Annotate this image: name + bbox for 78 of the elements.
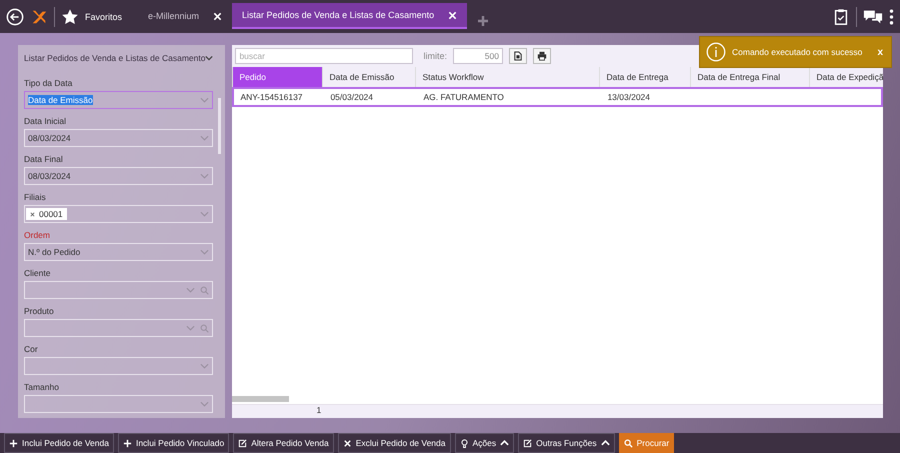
page-number: 1 <box>316 405 322 415</box>
close-icon <box>448 10 458 20</box>
column-header[interactable]: Data de Emissão <box>322 67 416 87</box>
dropdown[interactable]: Data de Emissão <box>24 91 214 109</box>
chat-icon[interactable] <box>863 8 883 26</box>
field-label: Cliente <box>24 268 52 278</box>
tab[interactable]: e-Millennium <box>138 3 232 29</box>
limit-field[interactable]: 500 <box>452 48 503 64</box>
favorites-link[interactable]: Favoritos <box>85 12 122 22</box>
scrollbar[interactable] <box>232 396 290 402</box>
chevron-down-icon <box>200 401 210 407</box>
field-label: Produto <box>24 306 55 316</box>
chevron-down-icon <box>200 173 210 179</box>
chevron-down-icon[interactable] <box>205 55 214 61</box>
chevron-down-icon <box>200 211 210 217</box>
document-icon <box>514 51 522 61</box>
dropdown[interactable]: 08/03/2024 <box>24 167 214 185</box>
logo-icon[interactable] <box>30 8 48 26</box>
field-label: Cor <box>24 344 39 354</box>
table-cell-text: ANY-154516137 <box>239 91 304 104</box>
field-label: Tamanho <box>24 382 60 392</box>
search-field[interactable]: buscar <box>235 48 414 64</box>
caret-up-icon <box>500 440 510 446</box>
dropdown[interactable]: N.º do Pedido <box>24 243 214 261</box>
action-button[interactable]: Outras Funções <box>518 433 615 453</box>
star-icon[interactable] <box>61 8 79 26</box>
action-button[interactable]: Ações <box>454 433 514 453</box>
action-button[interactable]: Exclui Pedido de Venda <box>338 433 450 453</box>
close-icon <box>213 12 222 20</box>
clipboard-icon[interactable] <box>832 8 850 26</box>
printer-icon <box>536 51 547 61</box>
table-row[interactable]: ANY-154516137 05/03/2024 AG. FATURAMENTO 13/03/2024 <box>232 87 884 107</box>
chevron-down-icon <box>200 363 210 369</box>
lightbulb-icon <box>460 438 468 448</box>
more-icon[interactable] <box>889 8 894 26</box>
chevron-down-icon <box>186 325 196 331</box>
back-icon[interactable] <box>6 8 24 26</box>
column-header[interactable]: Data de Entrega <box>599 67 690 87</box>
table-cell-text: 13/03/2024 <box>606 91 651 104</box>
tag-field[interactable]: 00001 <box>24 205 214 223</box>
plus-icon <box>122 438 132 448</box>
table-cell-text: AG. FATURAMENTO <box>422 91 505 104</box>
chevron-down-icon <box>186 287 196 293</box>
limit-label: limite: <box>423 51 447 61</box>
column-header[interactable]: Status Workflow <box>415 67 600 87</box>
column-header[interactable]: Pedido <box>232 67 322 87</box>
chevron-down-icon <box>200 135 210 141</box>
info-icon <box>706 42 726 62</box>
field-label: Tipo da Data <box>24 78 74 88</box>
remove-icon <box>30 212 35 216</box>
close-icon <box>342 438 352 448</box>
search-icon <box>200 324 210 332</box>
field-label: Data Inicial <box>24 116 68 126</box>
field-label: Data Final <box>24 154 64 164</box>
dropdown[interactable]: 08/03/2024 <box>24 129 214 147</box>
field-label: Ordem <box>24 230 51 240</box>
table-cell-text: 05/03/2024 <box>329 91 374 104</box>
plus-icon <box>9 438 18 448</box>
filter-tag[interactable]: 00001 <box>26 208 67 220</box>
action-button[interactable]: Inclui Pedido de Venda <box>4 433 114 453</box>
edit-icon <box>238 438 248 448</box>
action-button[interactable]: Inclui Pedido Vinculado <box>118 433 230 453</box>
lookup-field[interactable] <box>24 319 214 337</box>
chevron-down-icon <box>200 97 210 103</box>
field-label: Filiais <box>24 192 47 202</box>
export-button[interactable] <box>508 48 527 64</box>
tab[interactable]: Listar Pedidos de Venda e Listas de Casamento <box>232 3 468 29</box>
caret-up-icon <box>600 440 610 446</box>
search-icon <box>200 286 210 294</box>
action-button[interactable]: Altera Pedido Venda <box>233 433 334 453</box>
toast-message: Comando executado com sucesso <box>732 47 862 57</box>
lookup-field[interactable] <box>24 281 214 299</box>
scrollbar[interactable] <box>218 98 222 154</box>
chevron-down-icon <box>200 249 210 255</box>
search-icon <box>624 438 633 448</box>
panel-title: Listar Pedidos de Venda e Listas de Casamento <box>24 53 206 63</box>
print-button[interactable] <box>532 48 551 64</box>
edit-icon <box>523 438 532 448</box>
